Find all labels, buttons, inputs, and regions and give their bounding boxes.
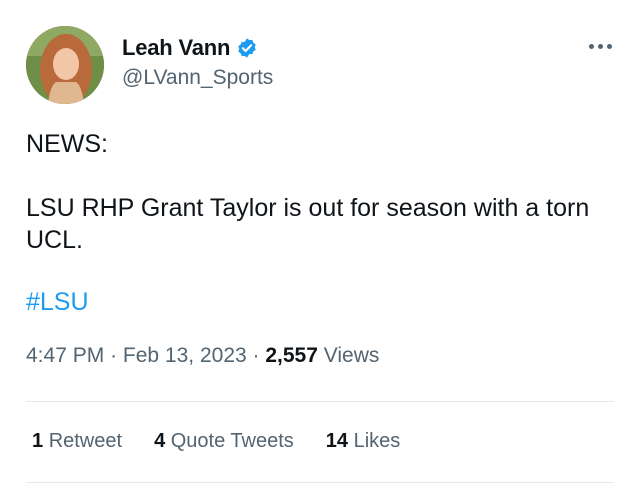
quotes-label: Quote Tweets [170,430,294,452]
likes-count: 14 [325,430,349,452]
meta-separator: · [110,344,118,367]
name-row: Leah Vann [122,33,258,63]
quotes-stat[interactable]: 4 Quote Tweets [154,430,294,453]
engagement-stats: 1 Retweet 4 Quote Tweets 14 Likes [32,430,400,453]
tweet-date[interactable]: Feb 13, 2023 [123,344,247,367]
likes-stat[interactable]: 14 Likes [326,430,401,453]
tweet-text-line1: NEWS: [26,130,108,158]
likes-label: Likes [353,430,401,452]
meta-separator: · [252,344,260,367]
hashtag-link[interactable]: #LSU [26,286,616,318]
tweet-header: Leah Vann @LVann_Sports [26,26,626,106]
divider [26,482,614,483]
retweets-count: 1 [32,430,44,452]
views-label: Views [323,344,380,367]
divider [26,401,614,402]
user-handle[interactable]: @LVann_Sports [122,66,273,90]
more-horizontal-icon[interactable] [584,34,616,58]
tweet-card: Leah Vann @LVann_Sports NEWS: LSU RHP Gr… [0,0,640,490]
avatar[interactable] [26,26,104,104]
views-count: 2,557 [265,344,318,367]
tweet-text-line2: LSU RHP Grant Taylor is out for season w… [26,194,590,254]
retweets-stat[interactable]: 1 Retweet [32,430,122,453]
quotes-count: 4 [154,430,166,452]
verified-badge-icon [236,37,258,59]
tweet-time[interactable]: 4:47 PM [26,344,104,367]
retweets-label: Retweet [48,430,123,452]
tweet-meta: 4:47 PM · Feb 13, 2023 · 2,557 Views [26,344,379,368]
display-name[interactable]: Leah Vann [122,35,230,61]
avatar-image [26,26,104,104]
